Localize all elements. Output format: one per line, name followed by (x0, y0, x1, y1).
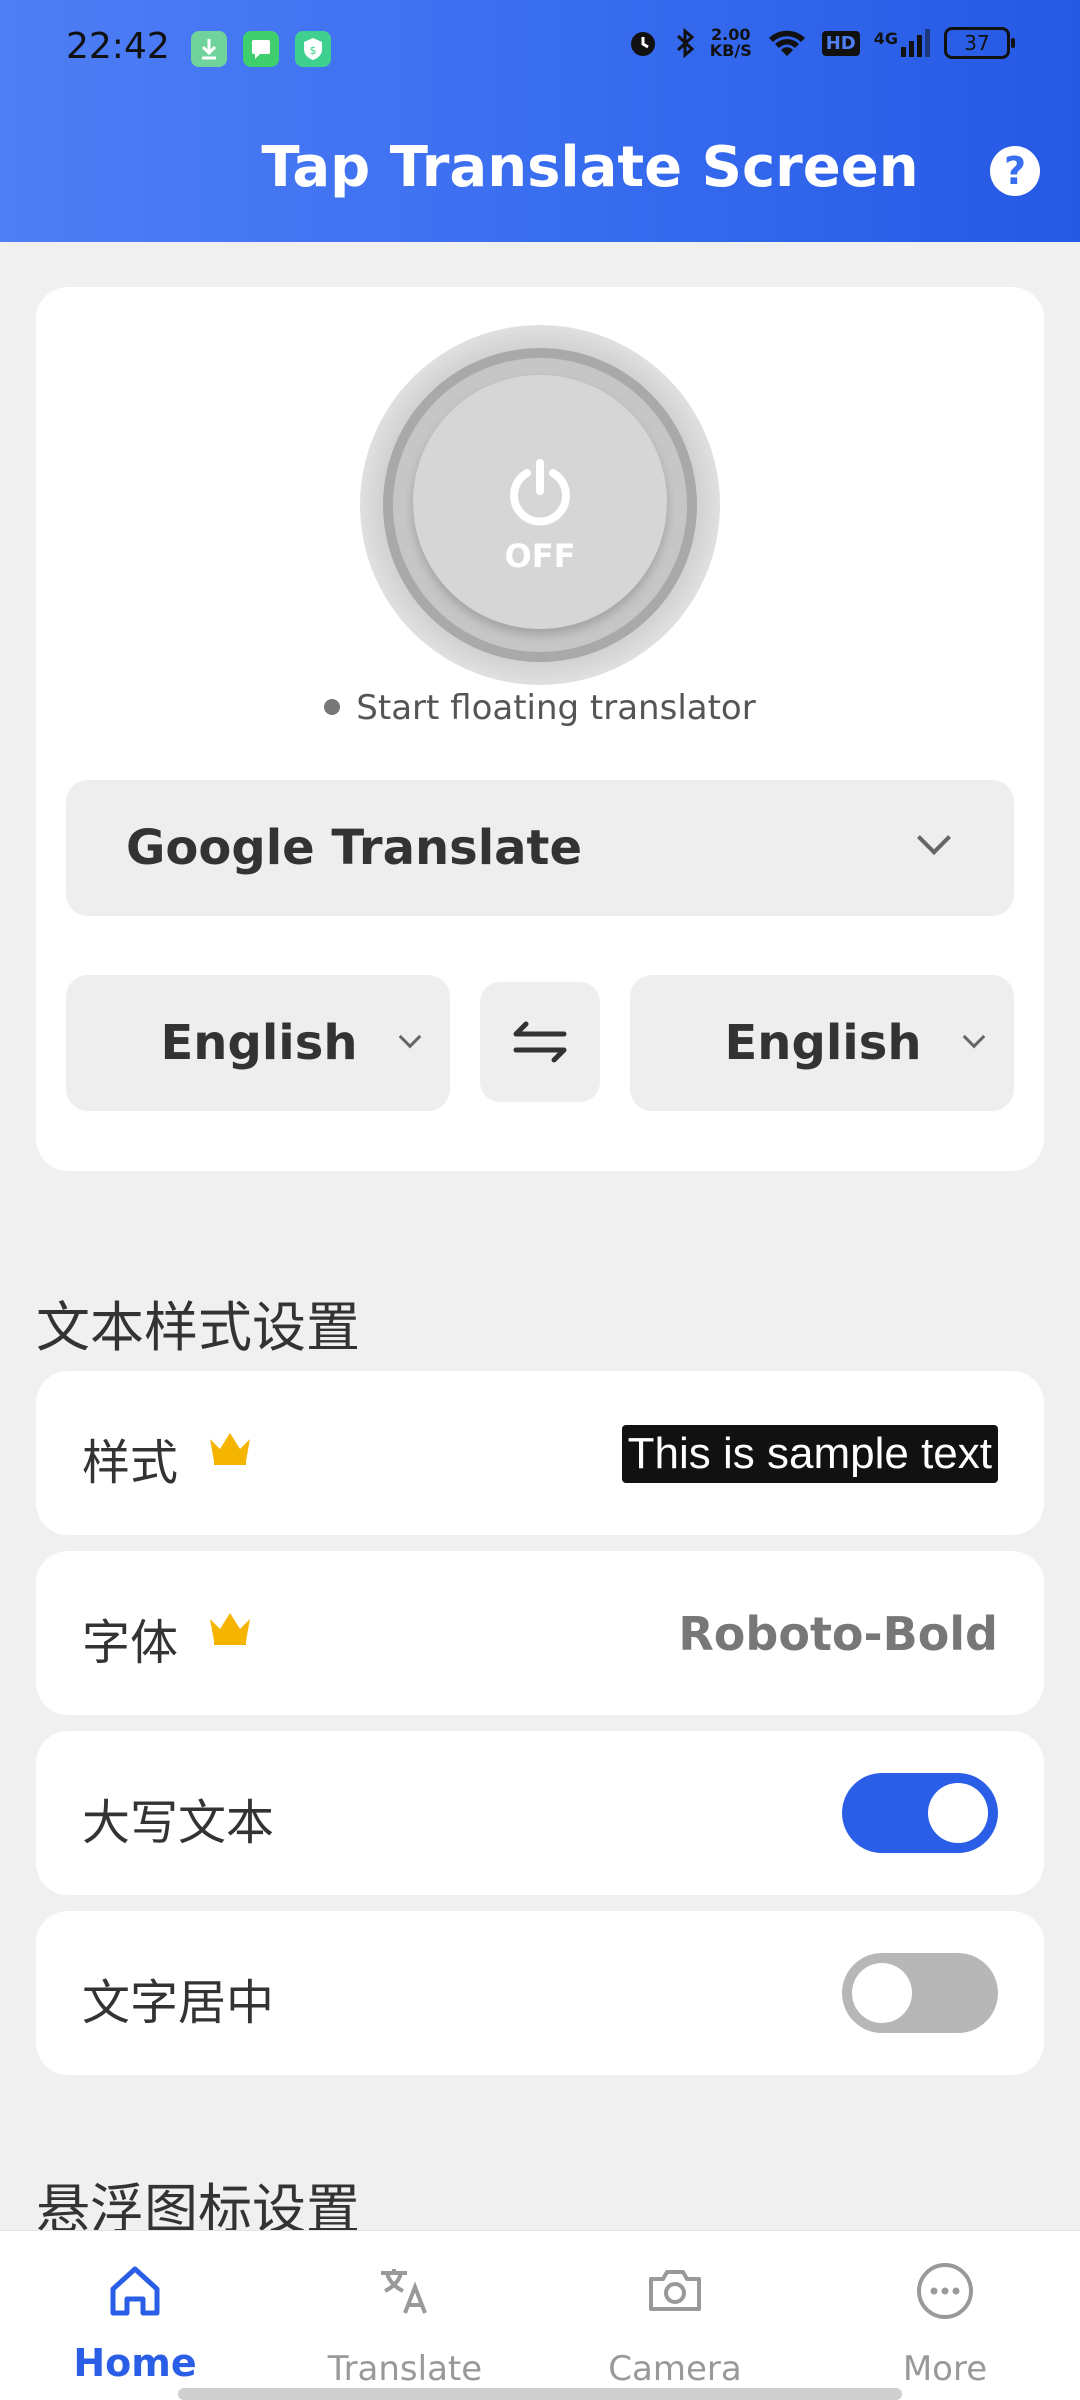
net-speed: 2.00 KB/S (710, 27, 752, 59)
engine-label: Google Translate (126, 820, 583, 876)
nav-camera[interactable]: Camera (540, 2231, 810, 2400)
float-translator-hint: Start floating translator (0, 688, 1080, 728)
nav-home[interactable]: Home (0, 2231, 270, 2400)
toggle-knob (852, 1963, 912, 2023)
float-hint-text: Start floating translator (356, 688, 756, 728)
status-dot (324, 698, 341, 715)
nav-translate-label: Translate (327, 2349, 483, 2389)
font-setting-row[interactable]: 字体 Roboto-Bold (36, 1551, 1044, 1715)
chevron-down-icon (917, 821, 951, 855)
home-icon (110, 2266, 160, 2316)
status-time: 22:42 (66, 26, 170, 67)
source-language-dropdown[interactable]: English (66, 975, 450, 1111)
premium-crown-icon (210, 1433, 250, 1465)
wifi-icon (768, 30, 805, 56)
font-value: Roboto-Bold (678, 1607, 998, 1661)
sample-text-preview: This is sample text (621, 1425, 998, 1483)
nav-translate[interactable]: Translate (270, 2231, 540, 2400)
power-icon (510, 459, 570, 526)
uppercase-label: 大写文本 (82, 1795, 275, 1851)
uppercase-toggle[interactable] (842, 1773, 998, 1853)
style-setting-row[interactable]: 样式 This is sample text (36, 1371, 1044, 1535)
premium-crown-icon (210, 1613, 250, 1645)
home-indicator[interactable] (178, 2388, 902, 2400)
net-speed-unit: KB/S (709, 41, 752, 60)
download-notification-icon (191, 31, 227, 67)
font-label: 字体 (82, 1615, 179, 1671)
bluetooth-icon (676, 27, 695, 59)
hd-badge: HD (821, 30, 860, 56)
battery-indicator: 37 (944, 27, 1015, 59)
style-label: 样式 (82, 1435, 179, 1491)
center-text-toggle[interactable] (842, 1953, 998, 2033)
target-language-dropdown[interactable]: English (630, 975, 1014, 1111)
source-language-label: English (160, 1015, 358, 1071)
toggle-knob (928, 1783, 988, 1843)
app-header: 22:42 $ 2.00 KB/S HD 4G 37 Tap Translate… (0, 0, 1080, 242)
security-notification-icon: $ (295, 31, 331, 67)
svg-text:$: $ (310, 44, 317, 57)
more-icon (917, 2263, 973, 2319)
message-notification-icon (243, 31, 279, 67)
swap-arrows-icon (513, 1021, 567, 1063)
power-state-label: OFF (504, 537, 576, 575)
target-language-label: English (724, 1015, 922, 1071)
text-style-section-title: 文本样式设置 (36, 1296, 360, 1359)
alarm-icon (630, 32, 655, 56)
translate-icon (381, 2269, 427, 2314)
status-bar: 22:42 $ 2.00 KB/S HD 4G 37 (0, 0, 1080, 95)
help-button[interactable]: ? (990, 146, 1040, 196)
signal-icon: 4G (874, 29, 930, 57)
uppercase-setting-row: 大写文本 (36, 1731, 1044, 1895)
nav-camera-label: Camera (608, 2349, 742, 2389)
signal-label: 4G (873, 29, 898, 48)
center-text-label: 文字居中 (82, 1975, 275, 2031)
status-icons: 2.00 KB/S HD 4G 37 (626, 26, 1015, 60)
center-text-setting-row: 文字居中 (36, 1911, 1044, 2075)
nav-home-label: Home (73, 2341, 197, 2385)
translation-engine-dropdown[interactable]: Google Translate (66, 780, 1014, 916)
camera-icon (649, 2270, 701, 2311)
bottom-navigation: Home Translate Camera More (0, 2230, 1080, 2400)
nav-more-label: More (902, 2349, 988, 2389)
page-title: Tap Translate Screen (261, 135, 919, 200)
nav-more[interactable]: More (810, 2231, 1080, 2400)
swap-languages-button[interactable] (480, 982, 600, 1102)
